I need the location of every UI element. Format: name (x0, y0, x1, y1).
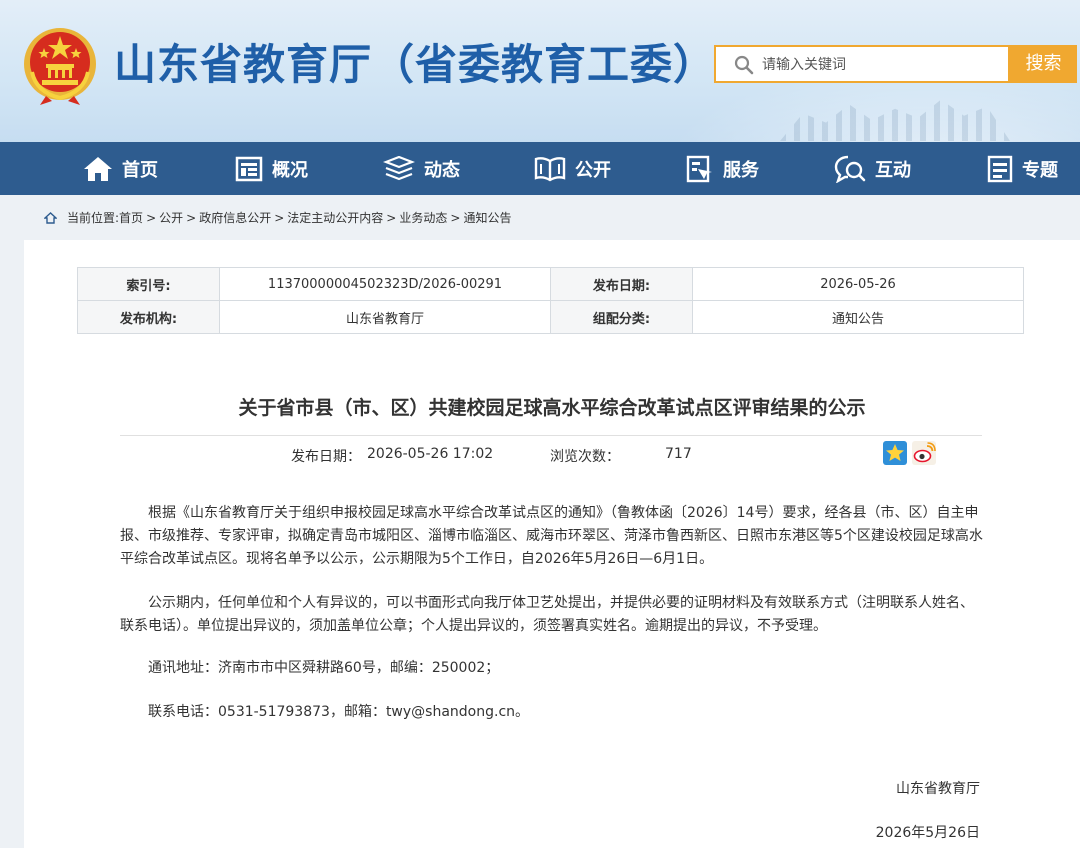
search-button[interactable]: 搜索 (1010, 45, 1077, 83)
table-row: 发布机构: 山东省教育厅 组配分类: 通知公告 (77, 300, 1024, 334)
breadcrumb-separator: > (386, 211, 397, 225)
org-value: 山东省教育厅 (219, 300, 551, 334)
nav-item-interact[interactable]: 互动 (834, 142, 911, 195)
breadcrumb-legal-content[interactable]: 法定主动公开内容 (287, 208, 383, 228)
body-paragraph: 根据《山东省教育厅关于组织申报校园足球高水平综合改革试点区的通知》（鲁教体函〔2… (120, 505, 983, 567)
open-book-icon (534, 156, 566, 181)
nav-label: 服务 (723, 159, 759, 181)
article-body: 根据《山东省教育厅关于组织申报校园足球高水平综合改革试点区的通知》（鲁教体函〔2… (120, 502, 984, 724)
breadcrumb-separator: > (146, 211, 157, 225)
category-label: 组配分类: (550, 300, 693, 334)
nav-item-topic[interactable]: 专题 (987, 142, 1058, 195)
site-title: 山东省教育厅（省委教育工委） (114, 40, 717, 89)
pub-datetime: 2026-05-26 17:02 (367, 446, 494, 462)
date-value: 2026-05-26 (692, 267, 1024, 301)
nav-label: 互动 (875, 159, 911, 181)
article-panel: 索引号: 11370000004502323D/2026-00291 发布日期:… (24, 240, 1080, 848)
org-label: 发布机构: (77, 300, 220, 334)
breadcrumb: 当前位置: 首页 > 公开 > 政府信息公开 > 法定主动公开内容 > 业务动态 > 通知… (44, 208, 511, 228)
date-label: 发布日期: (550, 267, 693, 301)
breadcrumb-open[interactable]: 公开 (159, 208, 183, 228)
service-doc-icon (686, 155, 712, 182)
nav-item-open[interactable]: 公开 (534, 142, 611, 195)
nav-item-news[interactable]: 动态 (383, 142, 460, 195)
qzone-share-icon[interactable] (883, 441, 907, 465)
breadcrumb-home[interactable]: 首页 (119, 208, 143, 228)
nav-item-service[interactable]: 服务 (686, 142, 759, 195)
index-value: 11370000004502323D/2026-00291 (219, 267, 551, 301)
article-title: 关于省市县（市、区）共建校园足球高水平综合改革试点区评审结果的公示 (238, 397, 866, 419)
breadcrumb-separator: > (274, 211, 285, 225)
title-divider (120, 435, 982, 436)
overview-icon (235, 156, 263, 181)
nav-item-overview[interactable]: 概况 (235, 142, 308, 195)
views-label: 浏览次数： (550, 449, 620, 465)
breadcrumb-gov-info[interactable]: 政府信息公开 (199, 208, 271, 228)
pub-date-label: 发布日期： (291, 449, 361, 465)
meta-table: 索引号: 11370000004502323D/2026-00291 发布日期:… (77, 267, 1024, 334)
weibo-share-icon[interactable] (912, 441, 936, 465)
breadcrumb-prefix: 当前位置: (67, 211, 120, 225)
chat-search-icon (834, 155, 866, 183)
search-input[interactable] (760, 47, 1004, 83)
nav-label: 专题 (1022, 159, 1058, 181)
signature: 山东省教育厅 (896, 781, 980, 797)
home-icon (44, 212, 57, 224)
topic-doc-icon (987, 155, 1013, 182)
main-nav: 首页 概况 动态 公开 服务 互动 专题 (0, 142, 1080, 195)
site-header: 山东省教育厅（省委教育工委） 搜索 (0, 0, 1080, 142)
body-paragraph: 公示期内，任何单位和个人有异议的，可以书面形式向我厅体卫艺处提出，并提供必要的证… (120, 595, 974, 634)
index-label: 索引号: (77, 267, 220, 301)
breadcrumb-separator: > (450, 211, 461, 225)
news-stack-icon (383, 155, 415, 180)
contact-line: 联系电话：0531-51793873，邮箱：twy@shandong.cn。 (148, 704, 530, 720)
search-icon (734, 55, 754, 75)
nav-label: 概况 (272, 159, 308, 181)
search-box (714, 45, 1010, 83)
views-count: 717 (665, 446, 692, 462)
home-icon (84, 156, 112, 181)
breadcrumb-notices[interactable]: 通知公告 (463, 208, 511, 228)
breadcrumb-business-news[interactable]: 业务动态 (399, 208, 447, 228)
nav-item-home[interactable]: 首页 (83, 142, 158, 195)
category-value: 通知公告 (692, 300, 1024, 334)
national-emblem-icon (24, 28, 96, 105)
nav-label: 公开 (575, 159, 611, 181)
signature-date: 2026年5月26日 (875, 825, 980, 841)
nav-label: 首页 (122, 159, 158, 181)
address-line: 通讯地址：济南市市中区舜耕路60号，邮编：250002； (148, 660, 500, 676)
nav-label: 动态 (424, 159, 460, 181)
breadcrumb-separator: > (186, 211, 197, 225)
table-row: 索引号: 11370000004502323D/2026-00291 发布日期:… (77, 267, 1024, 301)
